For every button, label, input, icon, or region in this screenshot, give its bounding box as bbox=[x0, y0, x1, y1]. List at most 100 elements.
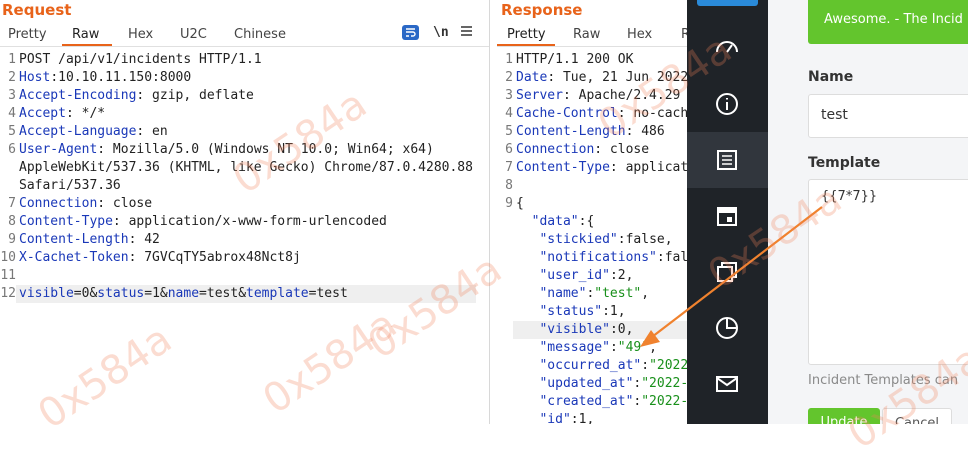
calendar-icon bbox=[717, 207, 737, 226]
update-button[interactable]: Update bbox=[808, 408, 880, 424]
code-text: test bbox=[206, 286, 239, 301]
line-number bbox=[497, 213, 513, 231]
code-key: Accept-Language bbox=[19, 124, 137, 139]
code-line: "id":1, bbox=[516, 411, 594, 424]
code-string: "49" bbox=[617, 340, 650, 355]
code-line: "name":"test", bbox=[516, 285, 649, 303]
code-line: "status":1, bbox=[516, 303, 625, 321]
name-input[interactable]: test bbox=[808, 94, 968, 138]
line-number: 8 bbox=[505, 178, 513, 193]
code-key: User-Agent bbox=[19, 142, 98, 157]
request-tab-chinese[interactable]: Chinese bbox=[234, 27, 286, 42]
code-key: Content-Length bbox=[516, 124, 626, 139]
success-alert: Awesome. - The Incid bbox=[808, 0, 968, 44]
code-key: "notifications" bbox=[539, 250, 657, 265]
sidebar-item-schedule[interactable] bbox=[687, 188, 768, 244]
line-number bbox=[497, 411, 513, 424]
request-tab-raw[interactable]: Raw bbox=[72, 27, 99, 42]
sidebar-top-button[interactable] bbox=[687, 0, 768, 8]
code-text: : Mozilla/5.0 (Windows NT 10.0; Win64; x… bbox=[97, 142, 434, 157]
code-line: { bbox=[516, 195, 524, 213]
code-key: "stickied" bbox=[539, 232, 618, 247]
newline-icon[interactable]: \n bbox=[433, 25, 449, 40]
incident-form-panel: Awesome. - The Incid Name test Template … bbox=[768, 0, 968, 424]
response-tabs: Pretty Raw Hex R bbox=[497, 27, 687, 45]
code-key: "id" bbox=[539, 412, 571, 424]
sidebar-item-dashboard[interactable] bbox=[687, 20, 768, 76]
sidebar-item-subscribers[interactable] bbox=[687, 356, 768, 412]
line-number bbox=[497, 267, 513, 285]
code-text: : bbox=[609, 340, 618, 355]
code-text: : gzip, deflate bbox=[136, 88, 254, 103]
code-key: name bbox=[167, 286, 200, 301]
sidebar-item-incidents[interactable] bbox=[687, 132, 768, 188]
code-text: :1, bbox=[570, 412, 595, 424]
line-number: 4 bbox=[8, 106, 16, 121]
code-key: "message" bbox=[539, 340, 610, 355]
code-text: 1 bbox=[152, 286, 160, 301]
line-number bbox=[497, 375, 513, 393]
code-line: "data":{ bbox=[516, 213, 595, 231]
code-key: Accept-Encoding bbox=[19, 88, 137, 103]
code-text: = bbox=[199, 286, 207, 301]
response-tab-raw[interactable]: Raw bbox=[573, 27, 600, 42]
line-number bbox=[497, 249, 513, 267]
line-number: 4 bbox=[505, 106, 513, 121]
code-line: "stickied":false, bbox=[516, 231, 672, 249]
code-line: "notifications":fals bbox=[516, 249, 687, 267]
code-line: POST /api/v1/incidents HTTP/1.1 bbox=[19, 51, 262, 69]
code-text: , bbox=[649, 340, 657, 355]
sidebar-item-info[interactable] bbox=[687, 76, 768, 132]
code-text: = bbox=[144, 286, 153, 301]
sidebar-item-metrics[interactable] bbox=[687, 300, 768, 356]
metrics-icon bbox=[716, 317, 738, 339]
line-number bbox=[0, 177, 16, 195]
code-text: :fals bbox=[656, 250, 687, 265]
cancel-button[interactable]: Cancel bbox=[882, 408, 952, 424]
code-line: Content-Length: 486 bbox=[516, 123, 665, 141]
response-separator bbox=[497, 46, 687, 47]
line-number: 8 bbox=[8, 214, 16, 229]
wrap-icon[interactable] bbox=[402, 25, 419, 44]
code-line: Safari/537.36 bbox=[19, 177, 121, 195]
code-line: Content-Length: 42 bbox=[19, 231, 160, 249]
response-tab-pretty[interactable]: Pretty bbox=[507, 27, 546, 42]
code-text: : close bbox=[97, 196, 153, 211]
code-text: Safari/537.36 bbox=[19, 178, 121, 193]
code-text: : close bbox=[594, 142, 650, 157]
response-tab-hex[interactable]: Hex bbox=[627, 27, 652, 42]
code-key: "occurred_at" bbox=[539, 358, 642, 373]
line-number bbox=[497, 321, 513, 339]
request-tab-u2c[interactable]: U2C bbox=[180, 27, 207, 42]
code-line: "occurred_at":"2022- bbox=[516, 357, 687, 375]
subscribers-icon bbox=[716, 376, 738, 392]
line-number bbox=[497, 357, 513, 375]
line-number: 5 bbox=[8, 124, 16, 139]
code-line: X-Cachet-Token: 7GVCqTY5abrox48Nct8j bbox=[19, 249, 301, 267]
info-icon bbox=[716, 93, 738, 115]
request-tab-pretty[interactable]: Pretty bbox=[8, 27, 47, 42]
code-key: "name" bbox=[539, 286, 587, 301]
sidebar-item-components[interactable] bbox=[687, 244, 768, 300]
code-string: "2022-( bbox=[641, 376, 687, 391]
request-tab-hex[interactable]: Hex bbox=[128, 27, 153, 42]
code-key: Connection bbox=[19, 196, 98, 211]
components-icon bbox=[717, 262, 737, 282]
menu-icon[interactable] bbox=[461, 25, 472, 41]
line-number bbox=[497, 393, 513, 411]
code-key: "data" bbox=[531, 214, 579, 229]
line-number bbox=[0, 159, 16, 177]
admin-sidebar bbox=[687, 0, 768, 424]
line-number: 6 bbox=[505, 142, 513, 157]
top-icon bbox=[697, 0, 758, 6]
code-line: User-Agent: Mozilla/5.0 (Windows NT 10.0… bbox=[19, 141, 434, 159]
code-text: : Apache/2.4.29 bbox=[562, 88, 681, 103]
template-label: Template bbox=[808, 155, 881, 171]
template-textarea[interactable]: {{7*7}} bbox=[808, 179, 968, 365]
